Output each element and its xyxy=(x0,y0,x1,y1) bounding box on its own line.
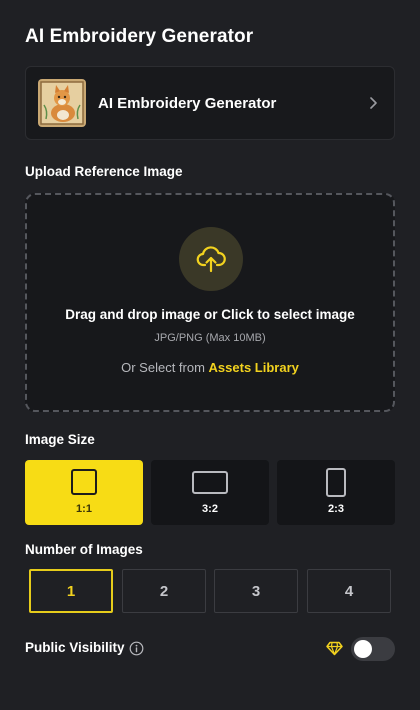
info-icon[interactable] xyxy=(129,641,144,656)
size-option-2-3[interactable]: 2:3 xyxy=(277,460,395,525)
count-option-3[interactable]: 3 xyxy=(214,569,298,613)
chevron-right-icon xyxy=(370,97,377,109)
count-option-4[interactable]: 4 xyxy=(307,569,391,613)
size-option-label: 3:2 xyxy=(202,503,218,515)
size-option-3-2[interactable]: 3:2 xyxy=(151,460,269,525)
public-visibility-label: Public Visibility xyxy=(25,640,125,655)
portrait-ratio-icon xyxy=(326,468,346,497)
model-thumbnail xyxy=(38,79,86,127)
model-selector-card[interactable]: AI Embroidery Generator xyxy=(25,66,395,140)
count-option-2[interactable]: 2 xyxy=(122,569,206,613)
landscape-ratio-icon xyxy=(192,471,228,494)
cloud-upload-icon xyxy=(196,246,226,273)
toggle-knob xyxy=(354,640,372,658)
image-size-label: Image Size xyxy=(25,432,95,447)
assets-library-link[interactable]: Assets Library xyxy=(209,360,299,375)
square-ratio-icon xyxy=(71,469,97,495)
assets-library-row: Or Select from Assets Library xyxy=(27,360,393,375)
size-option-label: 2:3 xyxy=(328,503,344,515)
size-option-1-1[interactable]: 1:1 xyxy=(25,460,143,525)
generator-panel: AI Embroidery Generator AI Embroidery Ge… xyxy=(0,0,420,710)
upload-icon-circle xyxy=(179,227,243,291)
diamond-icon xyxy=(326,641,343,656)
upload-dropzone[interactable]: Drag and drop image or Click to select i… xyxy=(25,193,395,412)
assets-prefix: Or Select from xyxy=(121,360,205,375)
count-option-1[interactable]: 1 xyxy=(29,569,113,613)
page-title: AI Embroidery Generator xyxy=(25,26,254,47)
size-option-label: 1:1 xyxy=(76,503,92,515)
public-visibility-toggle[interactable] xyxy=(351,637,395,661)
dropzone-file-hint: JPG/PNG (Max 10MB) xyxy=(154,332,266,344)
dropzone-title: Drag and drop image or Click to select i… xyxy=(65,307,355,322)
upload-section-label: Upload Reference Image xyxy=(25,164,183,179)
model-name: AI Embroidery Generator xyxy=(98,94,277,112)
number-of-images-label: Number of Images xyxy=(25,542,143,557)
